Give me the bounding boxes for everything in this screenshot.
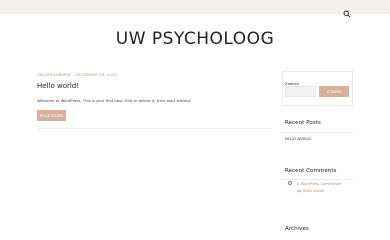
site-title[interactable]: UW PSYCHOLOOG bbox=[0, 29, 390, 49]
comment-post: op Hello world! bbox=[297, 189, 324, 193]
comment-icon bbox=[288, 181, 292, 185]
meta-separator: - bbox=[72, 73, 75, 77]
post-title[interactable]: Hello world! bbox=[37, 82, 79, 90]
recent-posts-divider bbox=[282, 132, 353, 133]
post-meta: UNCATEGORIZED - DECEMBER 23, 2022 bbox=[37, 73, 117, 77]
top-bar bbox=[0, 0, 390, 18]
recent-comments-divider bbox=[282, 179, 353, 180]
comment-author: A WordPress Commenter bbox=[297, 182, 342, 186]
post-category[interactable]: UNCATEGORIZED bbox=[37, 73, 71, 77]
search-input[interactable] bbox=[285, 86, 316, 97]
read-more-button[interactable]: READ MORE bbox=[37, 110, 66, 121]
recent-posts-title: Recent Posts bbox=[285, 120, 321, 126]
search-button[interactable]: ZOEKEN bbox=[319, 86, 349, 97]
content-divider bbox=[37, 128, 272, 129]
comment-on-text: op bbox=[297, 189, 302, 193]
comment-post-link[interactable]: Hello world! bbox=[303, 189, 325, 193]
post-excerpt: Welcome to WordPress. This is your first… bbox=[37, 98, 192, 103]
recent-comments-title: Recent Comments bbox=[285, 168, 337, 174]
post-date[interactable]: DECEMBER 23, 2022 bbox=[76, 73, 117, 77]
archives-title: Archives bbox=[285, 226, 309, 232]
comment-author-link[interactable]: A WordPress Commenter bbox=[297, 182, 342, 186]
recent-post-link[interactable]: Hello world! bbox=[285, 137, 311, 141]
search-icon[interactable] bbox=[343, 3, 351, 18]
